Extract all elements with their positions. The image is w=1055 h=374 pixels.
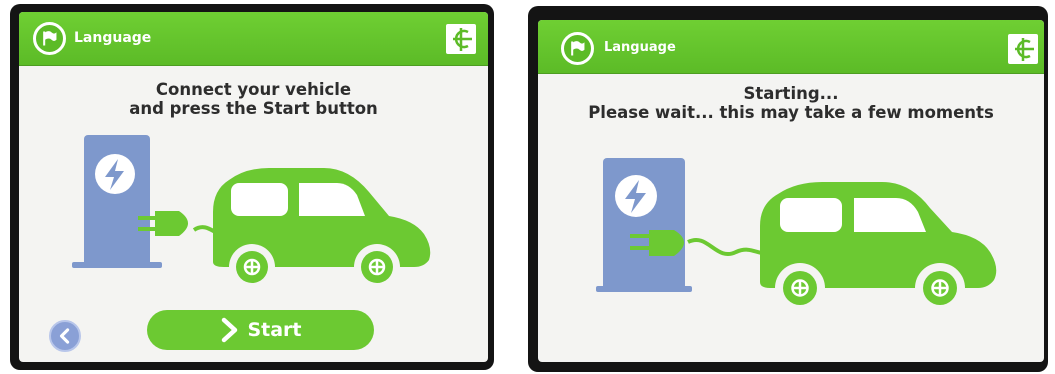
back-button[interactable] xyxy=(49,320,81,352)
charging-station xyxy=(72,135,162,268)
charging-illustration xyxy=(596,158,997,313)
connect-screen: Language Connect your vehicle and press … xyxy=(19,12,488,362)
start-button[interactable]: Start xyxy=(147,310,374,350)
chevron-left-icon xyxy=(59,328,70,344)
charging-station xyxy=(596,158,692,292)
start-button-label: Start xyxy=(247,319,302,341)
electric-car xyxy=(760,182,997,313)
charging-plug xyxy=(630,230,778,256)
starting-screen: Language Starting... Please wait... this… xyxy=(538,20,1044,362)
chevron-right-icon xyxy=(222,317,238,343)
electric-car xyxy=(213,168,431,290)
